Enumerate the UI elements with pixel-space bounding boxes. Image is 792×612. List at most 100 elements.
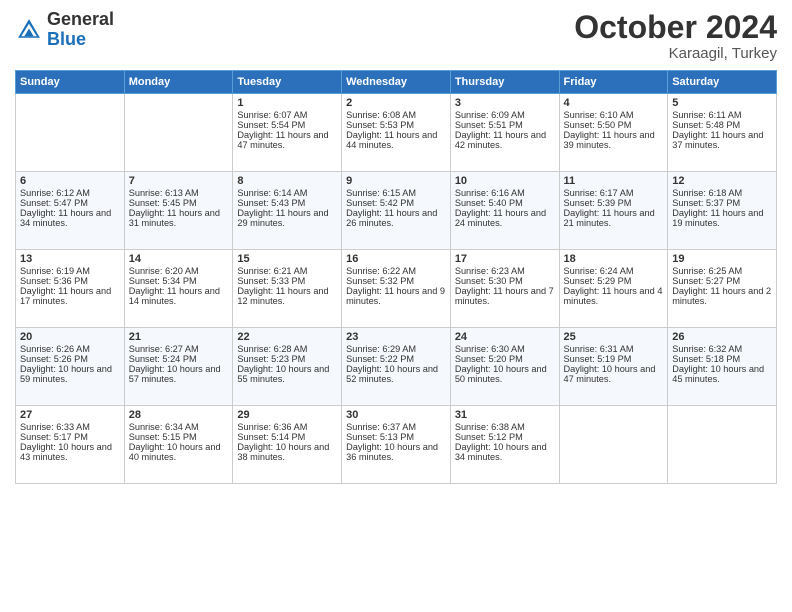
calendar-cell: 31Sunrise: 6:38 AMSunset: 5:12 PMDayligh… (450, 406, 559, 484)
calendar-cell (559, 406, 668, 484)
sunrise-text: Sunrise: 6:34 AM (129, 422, 229, 432)
calendar-cell: 16Sunrise: 6:22 AMSunset: 5:32 PMDayligh… (342, 250, 451, 328)
sunset-text: Sunset: 5:23 PM (237, 354, 337, 364)
sunrise-text: Sunrise: 6:11 AM (672, 110, 772, 120)
calendar-cell: 21Sunrise: 6:27 AMSunset: 5:24 PMDayligh… (124, 328, 233, 406)
sunrise-text: Sunrise: 6:31 AM (564, 344, 664, 354)
sunset-text: Sunset: 5:17 PM (20, 432, 120, 442)
day-number: 17 (455, 253, 555, 265)
day-number: 24 (455, 331, 555, 343)
weekday-header-row: SundayMondayTuesdayWednesdayThursdayFrid… (16, 71, 777, 94)
sunrise-text: Sunrise: 6:16 AM (455, 188, 555, 198)
daylight-text: Daylight: 10 hours and 55 minutes. (237, 364, 337, 384)
sunset-text: Sunset: 5:15 PM (129, 432, 229, 442)
daylight-text: Daylight: 10 hours and 52 minutes. (346, 364, 446, 384)
calendar-cell: 23Sunrise: 6:29 AMSunset: 5:22 PMDayligh… (342, 328, 451, 406)
sunrise-text: Sunrise: 6:08 AM (346, 110, 446, 120)
calendar-cell: 3Sunrise: 6:09 AMSunset: 5:51 PMDaylight… (450, 94, 559, 172)
sunset-text: Sunset: 5:42 PM (346, 198, 446, 208)
sunrise-text: Sunrise: 6:37 AM (346, 422, 446, 432)
sunset-text: Sunset: 5:13 PM (346, 432, 446, 442)
daylight-text: Daylight: 11 hours and 24 minutes. (455, 208, 555, 228)
sunrise-text: Sunrise: 6:36 AM (237, 422, 337, 432)
daylight-text: Daylight: 10 hours and 45 minutes. (672, 364, 772, 384)
day-number: 19 (672, 253, 772, 265)
daylight-text: Daylight: 11 hours and 4 minutes. (564, 286, 664, 306)
daylight-text: Daylight: 11 hours and 37 minutes. (672, 130, 772, 150)
sunrise-text: Sunrise: 6:15 AM (346, 188, 446, 198)
day-number: 4 (564, 97, 664, 109)
calendar-cell: 18Sunrise: 6:24 AMSunset: 5:29 PMDayligh… (559, 250, 668, 328)
calendar-cell: 27Sunrise: 6:33 AMSunset: 5:17 PMDayligh… (16, 406, 125, 484)
calendar-cell: 20Sunrise: 6:26 AMSunset: 5:26 PMDayligh… (16, 328, 125, 406)
calendar-cell: 13Sunrise: 6:19 AMSunset: 5:36 PMDayligh… (16, 250, 125, 328)
daylight-text: Daylight: 11 hours and 39 minutes. (564, 130, 664, 150)
logo-text: General Blue (47, 10, 114, 50)
calendar-cell: 22Sunrise: 6:28 AMSunset: 5:23 PMDayligh… (233, 328, 342, 406)
day-number: 27 (20, 409, 120, 421)
sunset-text: Sunset: 5:34 PM (129, 276, 229, 286)
calendar-cell: 2Sunrise: 6:08 AMSunset: 5:53 PMDaylight… (342, 94, 451, 172)
calendar-cell: 28Sunrise: 6:34 AMSunset: 5:15 PMDayligh… (124, 406, 233, 484)
calendar-cell: 10Sunrise: 6:16 AMSunset: 5:40 PMDayligh… (450, 172, 559, 250)
sunset-text: Sunset: 5:54 PM (237, 120, 337, 130)
sunrise-text: Sunrise: 6:30 AM (455, 344, 555, 354)
calendar-cell: 15Sunrise: 6:21 AMSunset: 5:33 PMDayligh… (233, 250, 342, 328)
daylight-text: Daylight: 10 hours and 50 minutes. (455, 364, 555, 384)
day-number: 3 (455, 97, 555, 109)
sunrise-text: Sunrise: 6:21 AM (237, 266, 337, 276)
calendar-cell (124, 94, 233, 172)
page: General Blue October 2024 Karaagil, Turk… (0, 0, 792, 612)
day-number: 28 (129, 409, 229, 421)
day-number: 20 (20, 331, 120, 343)
sunrise-text: Sunrise: 6:18 AM (672, 188, 772, 198)
calendar-cell: 24Sunrise: 6:30 AMSunset: 5:20 PMDayligh… (450, 328, 559, 406)
daylight-text: Daylight: 10 hours and 43 minutes. (20, 442, 120, 462)
daylight-text: Daylight: 10 hours and 47 minutes. (564, 364, 664, 384)
sunrise-text: Sunrise: 6:24 AM (564, 266, 664, 276)
sunrise-text: Sunrise: 6:09 AM (455, 110, 555, 120)
day-number: 1 (237, 97, 337, 109)
weekday-header: Tuesday (233, 71, 342, 94)
day-number: 21 (129, 331, 229, 343)
calendar-week-row: 1Sunrise: 6:07 AMSunset: 5:54 PMDaylight… (16, 94, 777, 172)
calendar-week-row: 6Sunrise: 6:12 AMSunset: 5:47 PMDaylight… (16, 172, 777, 250)
sunset-text: Sunset: 5:40 PM (455, 198, 555, 208)
sunrise-text: Sunrise: 6:12 AM (20, 188, 120, 198)
daylight-text: Daylight: 10 hours and 40 minutes. (129, 442, 229, 462)
daylight-text: Daylight: 11 hours and 2 minutes. (672, 286, 772, 306)
sunset-text: Sunset: 5:22 PM (346, 354, 446, 364)
day-number: 6 (20, 175, 120, 187)
day-number: 31 (455, 409, 555, 421)
daylight-text: Daylight: 11 hours and 7 minutes. (455, 286, 555, 306)
calendar-table: SundayMondayTuesdayWednesdayThursdayFrid… (15, 70, 777, 484)
sunset-text: Sunset: 5:37 PM (672, 198, 772, 208)
header: General Blue October 2024 Karaagil, Turk… (15, 10, 777, 62)
sunset-text: Sunset: 5:14 PM (237, 432, 337, 442)
location: Karaagil, Turkey (574, 45, 777, 62)
daylight-text: Daylight: 11 hours and 19 minutes. (672, 208, 772, 228)
calendar-cell: 17Sunrise: 6:23 AMSunset: 5:30 PMDayligh… (450, 250, 559, 328)
sunrise-text: Sunrise: 6:23 AM (455, 266, 555, 276)
calendar-cell: 5Sunrise: 6:11 AMSunset: 5:48 PMDaylight… (668, 94, 777, 172)
sunset-text: Sunset: 5:51 PM (455, 120, 555, 130)
day-number: 11 (564, 175, 664, 187)
daylight-text: Daylight: 11 hours and 47 minutes. (237, 130, 337, 150)
calendar-cell: 30Sunrise: 6:37 AMSunset: 5:13 PMDayligh… (342, 406, 451, 484)
day-number: 29 (237, 409, 337, 421)
sunrise-text: Sunrise: 6:22 AM (346, 266, 446, 276)
day-number: 30 (346, 409, 446, 421)
daylight-text: Daylight: 11 hours and 42 minutes. (455, 130, 555, 150)
sunset-text: Sunset: 5:27 PM (672, 276, 772, 286)
sunrise-text: Sunrise: 6:10 AM (564, 110, 664, 120)
day-number: 15 (237, 253, 337, 265)
calendar-cell: 11Sunrise: 6:17 AMSunset: 5:39 PMDayligh… (559, 172, 668, 250)
calendar-week-row: 20Sunrise: 6:26 AMSunset: 5:26 PMDayligh… (16, 328, 777, 406)
logo-general: General (47, 9, 114, 29)
sunset-text: Sunset: 5:30 PM (455, 276, 555, 286)
calendar-cell: 1Sunrise: 6:07 AMSunset: 5:54 PMDaylight… (233, 94, 342, 172)
daylight-text: Daylight: 10 hours and 38 minutes. (237, 442, 337, 462)
sunset-text: Sunset: 5:24 PM (129, 354, 229, 364)
day-number: 13 (20, 253, 120, 265)
day-number: 12 (672, 175, 772, 187)
